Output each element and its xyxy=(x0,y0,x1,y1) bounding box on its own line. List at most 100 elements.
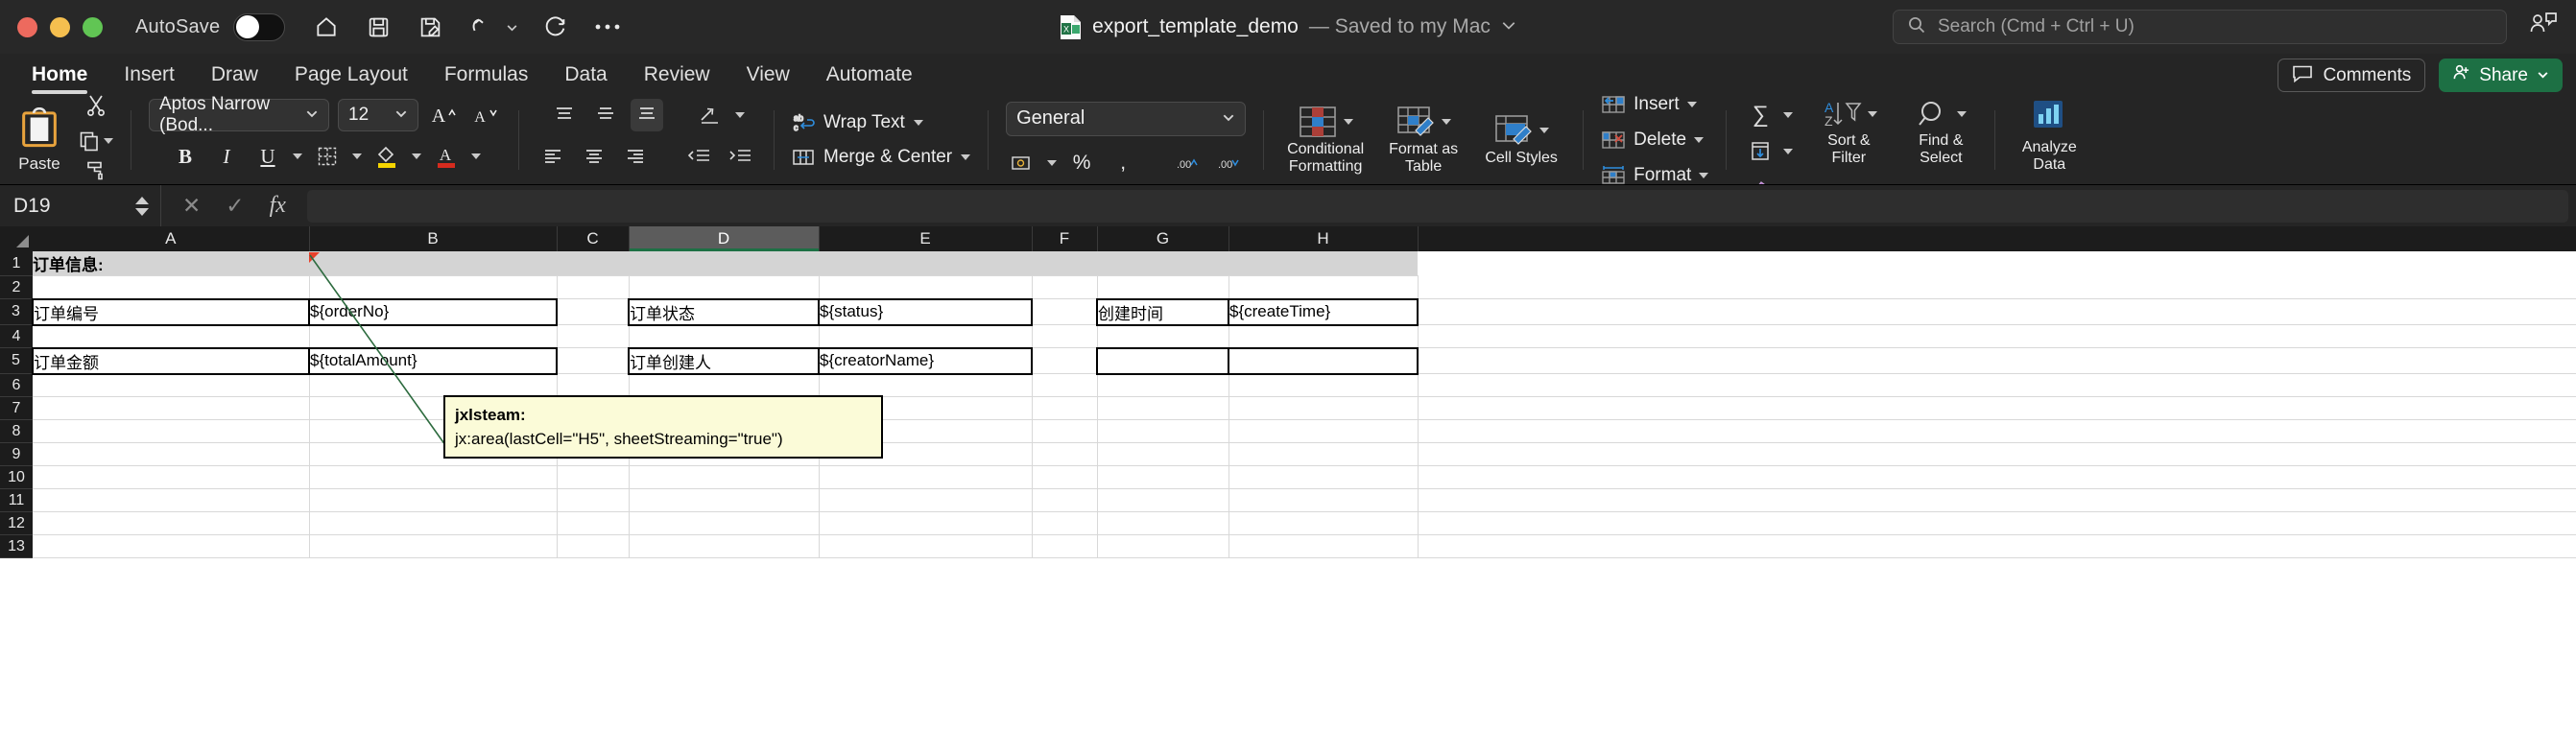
cell-e1[interactable] xyxy=(819,251,1032,276)
wrap-text-button[interactable]: ab c Wrap Text xyxy=(792,112,970,133)
cell-f10[interactable] xyxy=(1032,465,1098,489)
cell-b4[interactable] xyxy=(309,324,558,348)
cell-f5[interactable] xyxy=(1032,347,1098,374)
cell-e11[interactable] xyxy=(819,488,1033,512)
accounting-chevron-down-icon[interactable] xyxy=(1047,159,1058,166)
row-header-10[interactable]: 10 xyxy=(0,465,33,489)
cell-f7[interactable] xyxy=(1032,396,1098,420)
cell-g9[interactable] xyxy=(1097,442,1229,466)
cell-h8[interactable] xyxy=(1228,419,1419,443)
merge-center-button[interactable]: Merge & Center xyxy=(792,147,971,168)
save-as-icon[interactable] xyxy=(416,12,444,41)
cell-b10[interactable] xyxy=(309,465,558,489)
sort-filter-button[interactable]: AZ Sort & Filter xyxy=(1802,99,1895,181)
wrap-text-chevron-down-icon[interactable] xyxy=(913,120,923,126)
cell-overflow-5[interactable] xyxy=(1418,347,2576,374)
cell-f8[interactable] xyxy=(1032,419,1098,443)
cell-f2[interactable] xyxy=(1032,275,1098,299)
decrease-indent-button[interactable] xyxy=(682,140,715,173)
cell-c6[interactable] xyxy=(557,373,630,397)
close-window-button[interactable] xyxy=(17,16,37,37)
cell-h12[interactable] xyxy=(1228,511,1419,535)
cell-e4[interactable] xyxy=(819,324,1033,348)
format-as-table-chevron-down-icon[interactable] xyxy=(1441,118,1451,125)
save-icon[interactable] xyxy=(364,12,393,41)
align-middle-button[interactable] xyxy=(589,99,622,131)
row-header-7[interactable]: 7 xyxy=(0,396,33,420)
cell-a1[interactable]: 订单信息: xyxy=(33,251,309,276)
cell-a7[interactable] xyxy=(33,396,310,420)
cell-f9[interactable] xyxy=(1032,442,1098,466)
cell-h6[interactable] xyxy=(1228,373,1419,397)
tab-draw[interactable]: Draw xyxy=(193,63,276,96)
delete-chevron-down-icon[interactable] xyxy=(1694,137,1705,143)
column-header-f[interactable]: F xyxy=(1032,226,1098,251)
decrease-font-size-button[interactable]: A xyxy=(468,99,501,131)
conditional-formatting-chevron-down-icon[interactable] xyxy=(1343,118,1353,125)
cell-c4[interactable] xyxy=(557,324,630,348)
cell-e13[interactable] xyxy=(819,534,1033,558)
cell-overflow-7[interactable] xyxy=(1418,396,2576,420)
cell-d1[interactable] xyxy=(629,251,819,276)
cell-h9[interactable] xyxy=(1228,442,1419,466)
borders-button[interactable] xyxy=(311,140,344,173)
insert-chevron-down-icon[interactable] xyxy=(1686,102,1697,107)
cell-a2[interactable] xyxy=(33,275,310,299)
row-header-4[interactable]: 4 xyxy=(0,324,33,348)
cell-d4[interactable] xyxy=(629,324,820,348)
orientation-chevron-down-icon[interactable] xyxy=(735,112,745,118)
name-box[interactable]: D19 xyxy=(0,184,161,227)
comment-box[interactable]: jxlsteam: jx:area(lastCell="H5", sheetSt… xyxy=(443,395,883,459)
cell-a9[interactable] xyxy=(33,442,310,466)
align-left-button[interactable] xyxy=(537,140,569,173)
cell-h10[interactable] xyxy=(1228,465,1419,489)
cell-b3[interactable]: ${orderNo} xyxy=(308,297,558,326)
title-chevron-down-icon[interactable] xyxy=(1501,17,1516,37)
number-format-chevron-down-icon[interactable] xyxy=(1222,107,1235,130)
cell-c3[interactable] xyxy=(557,298,630,325)
cell-styles-button[interactable]: Cell Styles xyxy=(1477,114,1565,167)
cell-overflow-6[interactable] xyxy=(1418,373,2576,397)
cell-c5[interactable] xyxy=(557,347,630,374)
cell-g12[interactable] xyxy=(1097,511,1229,535)
cell-g3[interactable]: 创建时间 xyxy=(1096,297,1229,326)
cell-a8[interactable] xyxy=(33,419,310,443)
delete-cells-button[interactable]: Delete xyxy=(1601,127,1708,153)
cell-d12[interactable] xyxy=(629,511,820,535)
column-header-d[interactable]: D xyxy=(629,226,820,251)
cell-e6[interactable] xyxy=(819,373,1033,397)
orientation-button[interactable] xyxy=(694,99,727,131)
cell-h7[interactable] xyxy=(1228,396,1419,420)
cell-b5[interactable]: ${totalAmount} xyxy=(308,346,558,375)
cell-overflow-12[interactable] xyxy=(1418,511,2576,535)
cell-b1[interactable] xyxy=(309,251,557,276)
cell-c10[interactable] xyxy=(557,465,630,489)
font-name-chevron-down-icon[interactable] xyxy=(305,105,319,126)
increase-font-size-button[interactable]: A xyxy=(427,99,460,131)
confirm-entry-icon[interactable]: ✓ xyxy=(226,193,244,219)
cell-c1[interactable] xyxy=(557,251,629,276)
column-header-b[interactable]: B xyxy=(309,226,558,251)
cell-overflow-13[interactable] xyxy=(1418,534,2576,558)
cell-g6[interactable] xyxy=(1097,373,1229,397)
row-header-8[interactable]: 8 xyxy=(0,419,33,443)
cell-c12[interactable] xyxy=(557,511,630,535)
share-button[interactable]: Share xyxy=(2439,59,2563,92)
fill-button[interactable] xyxy=(1744,135,1777,168)
cell-g4[interactable] xyxy=(1097,324,1229,348)
cut-icon[interactable] xyxy=(85,94,107,122)
cell-h4[interactable] xyxy=(1228,324,1419,348)
name-box-stepper[interactable] xyxy=(135,196,149,216)
cell-overflow-9[interactable] xyxy=(1418,442,2576,466)
cell-a13[interactable] xyxy=(33,534,310,558)
copy-button[interactable] xyxy=(79,130,113,152)
maximize-window-button[interactable] xyxy=(83,16,103,37)
tab-page-layout[interactable]: Page Layout xyxy=(276,63,426,96)
format-as-table-button[interactable]: Format as Table xyxy=(1379,106,1467,176)
align-right-button[interactable] xyxy=(619,140,652,173)
cell-e12[interactable] xyxy=(819,511,1033,535)
home-icon[interactable] xyxy=(312,12,341,41)
tab-review[interactable]: Review xyxy=(626,63,728,96)
row-header-13[interactable]: 13 xyxy=(0,534,33,558)
row-header-11[interactable]: 11 xyxy=(0,488,33,512)
